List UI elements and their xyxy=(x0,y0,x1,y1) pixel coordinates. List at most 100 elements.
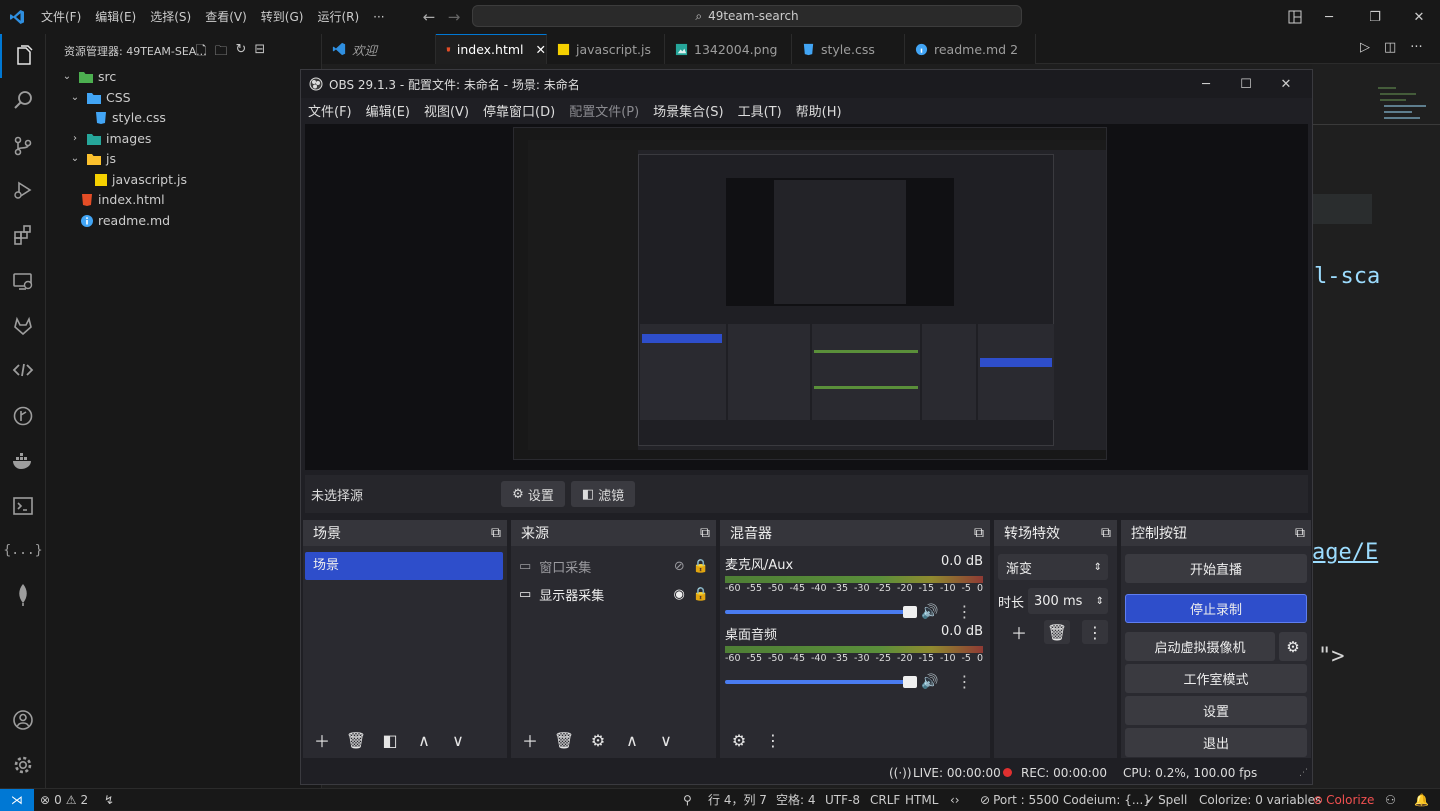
menu-view[interactable]: 查看(V) xyxy=(198,0,254,34)
start-virtual-camera-button[interactable]: 启动虚拟摄像机 xyxy=(1125,632,1275,661)
line-ending[interactable]: CRLF xyxy=(870,789,900,811)
transition-select[interactable]: 渐变 ⇕ xyxy=(998,554,1108,580)
editor-area[interactable]: l-sca age/E "> xyxy=(1312,64,1440,788)
colorize-variables[interactable]: Colorize: 0 variables xyxy=(1199,789,1321,811)
menu-go[interactable]: 转到(G) xyxy=(254,0,311,34)
resize-grip-icon[interactable]: ⋰ xyxy=(1299,762,1308,784)
settings-button[interactable]: 设置 xyxy=(1125,696,1307,725)
mongodb-leaf-icon[interactable] xyxy=(0,572,46,616)
move-up-icon[interactable]: ∧ xyxy=(411,728,437,752)
new-file-icon[interactable]: 🗋 xyxy=(196,42,206,64)
account-icon[interactable] xyxy=(0,698,46,742)
menu-file[interactable]: 文件(F) xyxy=(34,0,88,34)
scene-item[interactable]: 场景 xyxy=(305,552,503,580)
language-mode[interactable]: HTML xyxy=(905,789,938,811)
obs-preview[interactable] xyxy=(305,124,1308,470)
exit-button[interactable]: 退出 xyxy=(1125,728,1307,757)
undock-icon[interactable]: ⧉ xyxy=(974,525,984,541)
eye-icon[interactable]: ◉ xyxy=(673,587,684,602)
run-icon[interactable]: ▷ xyxy=(1360,40,1370,55)
obs-menu-edit[interactable]: 编辑(E) xyxy=(359,101,417,120)
encoding[interactable]: UTF-8 xyxy=(825,789,860,811)
tree-item-readme[interactable]: readme.md xyxy=(80,210,170,231)
undock-icon[interactable]: ⧉ xyxy=(491,525,501,541)
new-folder-icon[interactable]: 🗀 xyxy=(214,42,227,64)
tree-item-js[interactable]: ⌄ js xyxy=(68,148,116,169)
remote-explorer-icon[interactable] xyxy=(0,259,46,303)
refresh-icon[interactable]: ↻ xyxy=(235,42,246,64)
undock-icon[interactable]: ⧉ xyxy=(1295,525,1305,541)
tab-style-css[interactable]: style.css xyxy=(792,34,905,64)
source-item-display-capture[interactable]: ▭ 显示器采集 ◉ 🔒 xyxy=(519,582,709,606)
git-graph-icon[interactable] xyxy=(0,394,46,438)
tree-item-src[interactable]: ⌄ src xyxy=(60,66,116,87)
add-icon[interactable]: ＋ xyxy=(517,728,543,752)
kebab-menu-icon[interactable]: ⋮ xyxy=(760,728,786,752)
gear-icon[interactable]: ⚙ xyxy=(585,728,611,752)
manage-gear-icon[interactable] xyxy=(0,743,46,787)
command-center-search[interactable]: ⌕ 49team-search xyxy=(472,5,1022,27)
duration-spinbox[interactable]: 300 ms ⇕ xyxy=(1028,588,1109,614)
tree-item-style-css[interactable]: style.css xyxy=(94,107,166,128)
tree-item-css[interactable]: ⌄ CSS xyxy=(68,87,131,108)
speaker-icon[interactable]: 🔊 xyxy=(921,674,938,690)
more-actions-icon[interactable]: ··· xyxy=(1410,40,1422,55)
copilot-icon[interactable]: ⚇ xyxy=(1385,789,1396,811)
advanced-audio-gear-icon[interactable]: ⚙ xyxy=(726,728,752,752)
trash-icon[interactable]: 🗑 xyxy=(551,728,577,752)
tab-index-html[interactable]: index.html ✕ xyxy=(436,34,547,64)
tab-welcome[interactable]: 欢迎 xyxy=(322,34,436,64)
filter-icon[interactable]: ◧ xyxy=(377,728,403,752)
tree-item-index-html[interactable]: index.html xyxy=(80,189,165,210)
colorize-toggle[interactable]: ⊘ Colorize xyxy=(1313,789,1374,811)
spell-status[interactable]: ✓ Spell xyxy=(1145,789,1187,811)
docker-icon[interactable] xyxy=(0,439,46,483)
terminal-icon[interactable] xyxy=(0,484,46,528)
json-icon[interactable]: {...} xyxy=(0,528,46,572)
start-streaming-button[interactable]: 开始直播 xyxy=(1125,554,1307,583)
obs-menu-file[interactable]: 文件(F) xyxy=(301,101,359,120)
source-filters-button[interactable]: ◧ 滤镜 xyxy=(571,481,635,507)
spin-arrows-icon[interactable]: ⇕ xyxy=(1096,596,1104,607)
remote-indicator-icon[interactable]: ⋊ xyxy=(0,789,34,811)
ports-icon[interactable]: ↯ xyxy=(104,789,114,811)
source-control-icon[interactable] xyxy=(0,124,46,168)
split-editor-icon[interactable]: ◫ xyxy=(1384,40,1396,55)
menu-run[interactable]: 运行(R) xyxy=(310,0,366,34)
menu-more[interactable]: ··· xyxy=(366,0,391,34)
restore-icon[interactable]: ❐ xyxy=(1352,0,1398,34)
problems-indicator[interactable]: ⊗ 0 ⚠ 2 xyxy=(40,789,88,811)
minimize-icon[interactable]: ─ xyxy=(1306,0,1352,34)
gitlab-icon[interactable] xyxy=(0,304,46,348)
volume-slider[interactable] xyxy=(725,605,917,618)
add-icon[interactable]: ＋ xyxy=(309,728,335,752)
source-item-window-capture[interactable]: ▭ 窗口采集 ⊘ 🔒 xyxy=(519,554,709,578)
undock-icon[interactable]: ⧉ xyxy=(700,525,710,541)
menu-edit[interactable]: 编辑(E) xyxy=(88,0,143,34)
minimap[interactable] xyxy=(1376,84,1436,134)
undock-icon[interactable]: ⧉ xyxy=(1101,525,1111,541)
move-up-icon[interactable]: ∧ xyxy=(619,728,645,752)
trash-icon[interactable]: 🗑 xyxy=(1044,620,1070,644)
volume-slider[interactable] xyxy=(725,675,917,688)
tree-item-images[interactable]: › images xyxy=(68,128,151,149)
source-settings-button[interactable]: ⚙ 设置 xyxy=(501,481,565,507)
lock-icon[interactable]: 🔒 xyxy=(693,559,709,574)
obs-menu-profile[interactable]: 配置文件(P) xyxy=(562,101,646,120)
codeium-status[interactable]: Codeium: {...} xyxy=(1063,789,1151,811)
lock-icon[interactable]: 🔒 xyxy=(693,587,709,602)
stop-recording-button[interactable]: 停止录制 xyxy=(1125,594,1307,623)
move-down-icon[interactable]: ∨ xyxy=(653,728,679,752)
extensions-icon[interactable] xyxy=(0,213,46,257)
eye-hidden-icon[interactable]: ⊘ xyxy=(674,559,685,574)
obs-menu-view[interactable]: 视图(V) xyxy=(417,101,476,120)
close-icon[interactable]: ✕ xyxy=(1396,0,1440,34)
volume-slider-knob[interactable] xyxy=(903,605,917,618)
obs-menu-help[interactable]: 帮助(H) xyxy=(789,101,849,120)
obs-menu-scene-collection[interactable]: 场景集合(S) xyxy=(646,101,730,120)
explorer-icon[interactable] xyxy=(0,34,46,78)
tab-javascript-js[interactable]: javascript.js xyxy=(547,34,665,64)
add-icon[interactable]: ＋ xyxy=(1006,620,1032,644)
live-share-icon[interactable] xyxy=(0,348,46,392)
virtual-camera-gear-icon[interactable]: ⚙ xyxy=(1279,632,1307,661)
